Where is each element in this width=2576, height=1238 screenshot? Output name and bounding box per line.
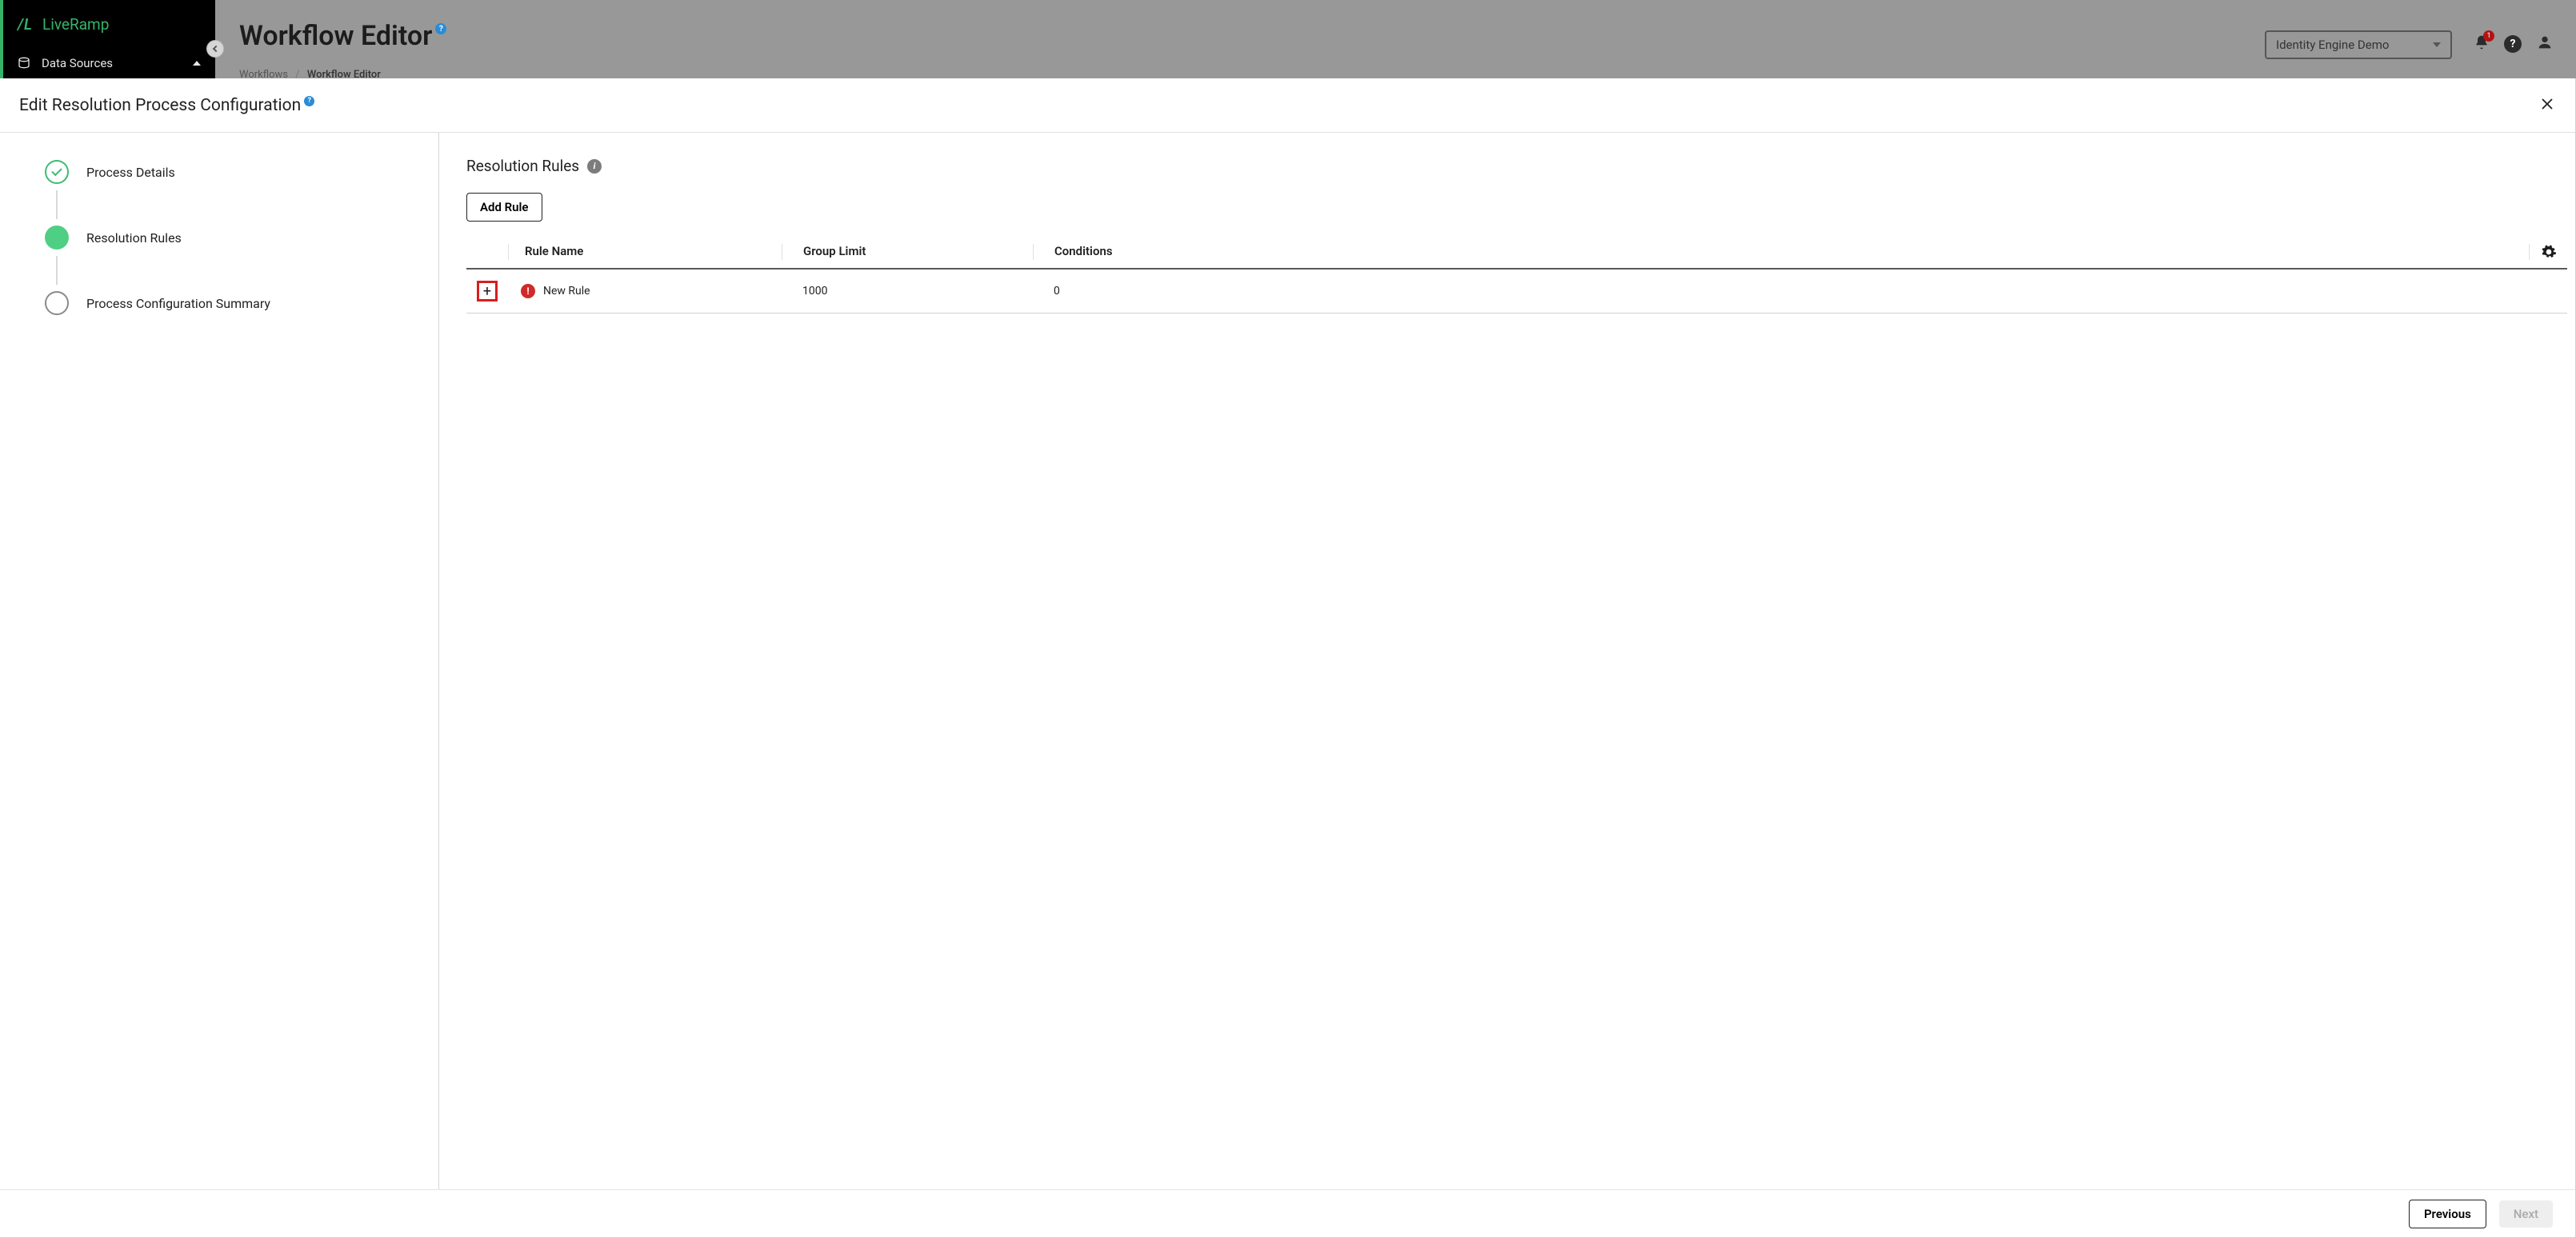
page-title: Workflow Editor ? xyxy=(239,20,446,52)
step-process-details[interactable]: Process Details xyxy=(45,160,438,184)
modal: Edit Resolution Process Configuration ? … xyxy=(0,78,2576,1238)
warning-icon: ! xyxy=(521,284,535,298)
step-pending-icon xyxy=(45,291,69,315)
expand-row-button[interactable]: + xyxy=(477,281,498,302)
gear-icon xyxy=(2541,244,2557,260)
brand: /L LiveRamp xyxy=(3,0,215,48)
plus-icon: + xyxy=(483,283,491,300)
modal-header: Edit Resolution Process Configuration ? xyxy=(0,78,2575,133)
steps-pane: Process Details Resolution Rules Process… xyxy=(0,133,439,1189)
help-icon[interactable]: ? xyxy=(435,23,446,34)
brand-logo: /L xyxy=(18,15,33,34)
step-active-icon xyxy=(45,226,69,250)
step-connector xyxy=(56,190,58,219)
step-connector xyxy=(56,256,58,285)
close-icon xyxy=(2542,98,2553,110)
rule-name: New Rule xyxy=(543,285,590,298)
sidebar-item-label: Data Sources xyxy=(42,56,113,70)
col-rule-name[interactable]: Rule Name xyxy=(508,244,782,260)
sidebar-item-data-sources[interactable]: Data Sources xyxy=(3,48,215,78)
step-label: Process Details xyxy=(86,165,175,180)
brand-name: LiveRamp xyxy=(42,15,109,34)
chevron-up-icon xyxy=(193,61,201,66)
modal-title-text: Edit Resolution Process Configuration xyxy=(19,96,301,115)
table-settings-button[interactable] xyxy=(2529,244,2567,260)
modal-footer: Previous Next xyxy=(0,1189,2575,1237)
conditions-value: 0 xyxy=(1033,285,2567,298)
user-menu-button[interactable] xyxy=(2536,34,2554,54)
rules-table: Rule Name Group Limit Conditions + ! xyxy=(466,236,2567,313)
notifications-button[interactable]: 1 xyxy=(2474,34,2490,54)
section-title: Resolution Rules i xyxy=(466,157,2567,175)
table-header: Rule Name Group Limit Conditions xyxy=(466,236,2567,270)
step-process-summary[interactable]: Process Configuration Summary xyxy=(45,291,438,315)
previous-button[interactable]: Previous xyxy=(2409,1200,2486,1228)
add-rule-button[interactable]: Add Rule xyxy=(466,193,542,222)
notification-badge: 1 xyxy=(2483,30,2494,42)
content-pane: Resolution Rules i Add Rule Rule Name Gr… xyxy=(439,133,2575,1189)
section-title-text: Resolution Rules xyxy=(466,157,579,175)
step-label: Process Configuration Summary xyxy=(86,296,270,311)
step-label: Resolution Rules xyxy=(86,230,182,246)
person-icon xyxy=(2536,34,2554,51)
table-row[interactable]: + ! New Rule 1000 0 xyxy=(466,270,2567,313)
group-limit-value: 1000 xyxy=(782,285,1033,298)
col-group-limit[interactable]: Group Limit xyxy=(782,244,1033,260)
page-title-text: Workflow Editor xyxy=(239,20,432,52)
modal-body: Process Details Resolution Rules Process… xyxy=(0,133,2575,1189)
close-button[interactable] xyxy=(2538,94,2556,117)
tenant-selected: Identity Engine Demo xyxy=(2276,38,2389,52)
sidebar: /L LiveRamp Data Sources xyxy=(0,0,215,78)
step-complete-icon xyxy=(45,160,69,184)
info-icon[interactable]: i xyxy=(587,159,602,174)
col-conditions[interactable]: Conditions xyxy=(1033,244,2529,260)
database-icon xyxy=(18,57,30,70)
header-actions: 1 ? xyxy=(2474,34,2554,54)
page-header: Workflow Editor ? Workflows / Workflow E… xyxy=(215,0,2576,78)
step-resolution-rules[interactable]: Resolution Rules xyxy=(45,226,438,250)
chevron-down-icon xyxy=(2433,42,2441,47)
help-button[interactable]: ? xyxy=(2504,35,2522,53)
help-icon[interactable]: ? xyxy=(304,96,314,106)
modal-title: Edit Resolution Process Configuration ? xyxy=(19,96,314,115)
next-button: Next xyxy=(2499,1200,2553,1228)
col-expand xyxy=(466,244,508,260)
tenant-dropdown[interactable]: Identity Engine Demo xyxy=(2265,30,2452,59)
